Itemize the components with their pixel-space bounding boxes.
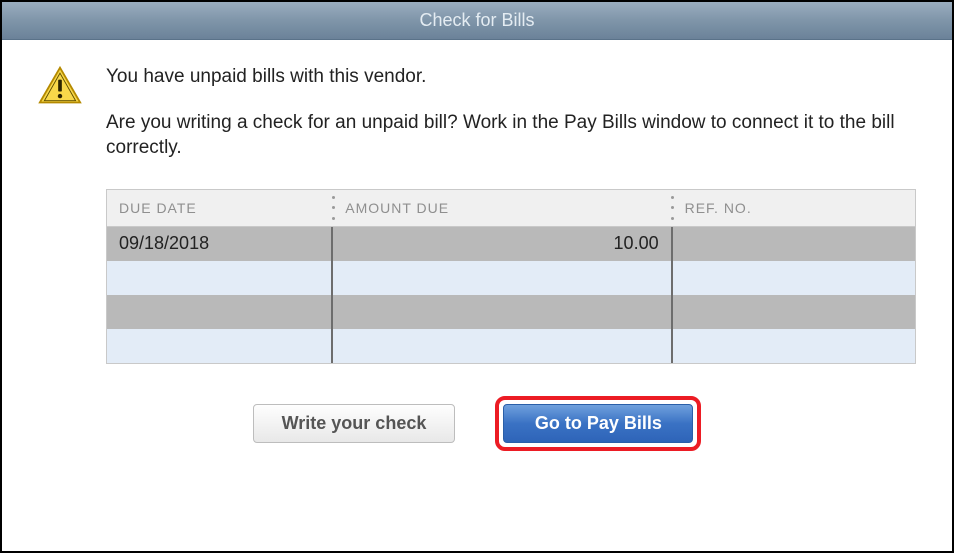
- cell-due-date: 09/18/2018: [107, 227, 333, 261]
- warning-icon: [38, 64, 82, 113]
- cell-due-date: [107, 295, 333, 329]
- table-row[interactable]: [107, 329, 915, 363]
- cell-ref-no: [673, 329, 915, 363]
- highlight-ring: Go to Pay Bills: [495, 396, 701, 451]
- go-to-pay-bills-button[interactable]: Go to Pay Bills: [503, 404, 693, 443]
- header-ref-no: REF. NO.: [673, 190, 915, 226]
- write-your-check-button[interactable]: Write your check: [253, 404, 456, 443]
- titlebar: Check for Bills: [2, 2, 952, 40]
- message-text: You have unpaid bills with this vendor. …: [106, 64, 916, 161]
- dialog-content: You have unpaid bills with this vendor. …: [2, 40, 952, 551]
- dialog-window: Check for Bills You have unpaid bills wi…: [0, 0, 954, 553]
- message-line2: Are you writing a check for an unpaid bi…: [106, 110, 916, 161]
- message-line1: You have unpaid bills with this vendor.: [106, 64, 916, 90]
- header-amount-due-label: AMOUNT DUE: [345, 200, 449, 216]
- cell-ref-no: [673, 295, 915, 329]
- table-row[interactable]: [107, 295, 915, 329]
- cell-ref-no: [673, 227, 915, 261]
- cell-amount-due: [333, 261, 672, 295]
- cell-amount-due: [333, 295, 672, 329]
- header-ref-no-label: REF. NO.: [685, 200, 752, 216]
- cell-due-date: [107, 329, 333, 363]
- header-amount-due: AMOUNT DUE: [333, 190, 672, 226]
- table-header-row: DUE DATE AMOUNT DUE REF. NO.: [107, 190, 915, 227]
- table-body: 09/18/2018 10.00: [107, 227, 915, 363]
- window-title: Check for Bills: [419, 10, 534, 30]
- table-row[interactable]: 09/18/2018 10.00: [107, 227, 915, 261]
- bills-table: DUE DATE AMOUNT DUE REF. NO. 09/18/2018 …: [106, 189, 916, 364]
- column-separator-icon[interactable]: [330, 196, 336, 220]
- button-row: Write your check Go to Pay Bills: [38, 396, 916, 451]
- cell-amount-due: [333, 329, 672, 363]
- cell-ref-no: [673, 261, 915, 295]
- cell-due-date: [107, 261, 333, 295]
- header-due-date: DUE DATE: [107, 190, 333, 226]
- column-separator-icon[interactable]: [670, 196, 676, 220]
- table-row[interactable]: [107, 261, 915, 295]
- message-row: You have unpaid bills with this vendor. …: [38, 64, 916, 161]
- cell-amount-due: 10.00: [333, 227, 672, 261]
